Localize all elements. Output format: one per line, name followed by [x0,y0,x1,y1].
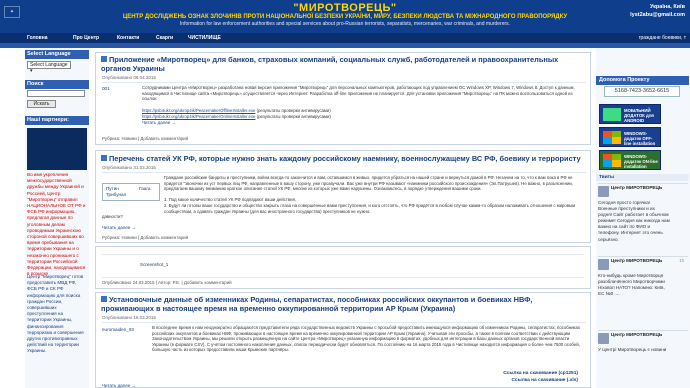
site-header: ✦ "МИРОТВОРЕЦЬ" ЦЕНТР ДОСЛІДЖЕНЬ ОЗНАК З… [0,0,690,33]
article-meta[interactable]: Опубликовано 24.03.2015 | Автор: P.E. | … [102,280,232,285]
read-more-link[interactable]: Читать далее → [142,120,176,125]
article-bullet-icon [101,155,107,161]
tweet-text: Кто-нибудь кроме Миротворця разоблачённо… [598,273,665,297]
article-body: euromaiden_93 В последнее время к нам не… [102,322,586,388]
article-text: Сотрудниками Центра «Миротворец» разрабо… [142,85,575,102]
nav-item-purgatory[interactable]: ЧИСТИЛИЩЕ [188,35,221,41]
article: Screenshot_1 Опубликовано 24.03.2015 | А… [95,246,591,289]
partner-logo-image[interactable] [27,128,87,170]
nav-item-contacts[interactable]: Контакти [117,35,139,41]
article-date: Опубликовано 09.04.2015 [102,75,156,80]
article-date: Опубликовано 16.03.2015 [102,315,156,320]
windows-offline-banner[interactable]: WINDOWS-додаток OFF-line installation [599,127,661,147]
tweet-item[interactable]: Центр МИРОТВОРЕЦЬ У Центрі Миротворець є… [598,330,688,388]
avatar [598,333,609,344]
download-link-csv[interactable]: Ссылка на скачивание (cp1251) [503,370,578,377]
download-links: Ссылка на скачивание (cp1251) Ссылка на … [503,370,578,384]
article-bullet-icon [101,56,107,62]
nav-item-home[interactable]: Головна [27,35,48,41]
tweet-author: Центр МИРОТВОРЕЦЬ [611,185,663,190]
windows-online-banner[interactable]: WINDOWS-додаток ON-line installation [599,150,661,170]
tweet-text: У Центрі Миротворець є новини [598,347,667,352]
tweet-author: Центр МИРОТВОРЕЦЬ [611,258,663,263]
article-image-caption-left: Путин Трибунал [106,186,127,197]
download-link-xls[interactable]: Ссылка на скачивание (.xls) [503,377,578,384]
article-bullet-icon [101,296,107,302]
nav-greeting: гражданe боевики, т [638,35,686,41]
tweet-text: Сегодня просто горячка! Военные преступн… [598,200,670,242]
article-title[interactable]: Перечень статей УК РФ, которые нужно зна… [101,154,587,164]
contact-city: Україна, Київ [649,4,685,10]
article: Приложение «Миротворец» для банков, стра… [95,52,591,145]
language-select[interactable]: Select Language ▾ [27,61,71,74]
site-subtitle: ЦЕНТР ДОСЛІДЖЕНЬ ОЗНАК ЗЛОЧИНІВ ПРОТИ НА… [122,14,568,20]
search-button[interactable]: Искать [27,100,56,108]
article-thumb-label: euromaiden_93 [102,327,134,332]
donation-card-number: 5168-7423-3652-6615 [604,86,680,97]
article-image-caption-right: Гаага [139,186,151,191]
avatar [598,259,609,270]
tweet-time: 1h [679,258,684,263]
article-text: В последнее время к нам неоднократно обр… [152,325,581,353]
article: Перечень статей УК РФ, которые нужно зна… [95,150,591,243]
partner-note: Центр "Миротворец" готов предоставить МВ… [27,274,84,354]
read-more-link[interactable]: Читать далее → [102,225,136,230]
download-link-offline[interactable]: https://psb4ukr.org/ukrop4ik/PeacemakerO… [142,108,255,113]
article-title[interactable]: Приложение «Миротворец» для банков, стра… [101,55,587,73]
article-question: давности? [102,214,123,219]
contact-block: Україна, Київ lyst2abu@gmail.com [630,3,685,19]
sidebar-heading-language: Select Language [25,50,89,59]
article-image: Путин Трибунал Гаага [102,183,160,201]
divider [102,277,584,278]
header-band [0,43,690,48]
tweet-item[interactable]: Центр МИРОТВОРЕЦЬ 1h Кто-нибудь кроме Ми… [598,256,688,328]
download-links: https://psb4ukr.org/ukrop4ik/PeacemakerO… [142,108,331,119]
site-title: "МИРОТВОРЕЦЬ" [293,2,397,14]
read-more-link[interactable]: Читать далее → [102,383,136,388]
android-icon [603,108,621,121]
article-body: Путин Трибунал Гаага Граждане российские… [102,172,586,230]
sidebar-heading-partners: Наші партнери: [25,116,89,125]
article-body: 001 Сотрудниками Центра «Миротворец» раз… [102,82,586,126]
site-subtitle-english: Information for law enforcement authorit… [179,21,511,27]
contact-email[interactable]: lyst2abu@gmail.com [630,11,685,19]
sidebar-heading-search: Поиск [25,80,89,89]
tweet-item[interactable]: Центр МИРОТВОРЕЦЬ Сегодня просто горячка… [598,183,688,255]
screenshot-label[interactable]: Screenshot_1 [140,262,168,267]
article-item-2: 2. Будут ли готовы ваше государство и об… [164,203,576,214]
article-title[interactable]: Установочные данные об изменниках Родины… [101,295,587,313]
main-nav: Головна Про Центр Контакти Скарги ЧИСТИЛ… [0,33,690,43]
tweet-author: Центр МИРОТВОРЕЦЬ [611,332,663,337]
nav-item-about[interactable]: Про Центр [73,35,99,41]
divider [102,254,584,255]
article-rubric[interactable]: Рубрика: Новини | Добавить комментарий [102,136,188,141]
download-link-online[interactable]: https://psb4ukr.org/ukrop4ik/PeacemakerO… [142,114,255,119]
article-rubric[interactable]: Рубрика: Новини | Добавить комментарий [102,235,188,240]
tweets-heading: Твиты [596,174,689,181]
article-thumb-label: 001 [102,86,110,91]
nav-item-complaints[interactable]: Скарги [156,35,173,41]
partner-note-red: Во имя укрепления межгосударственной дру… [27,172,86,277]
article: Установочные данные об изменниках Родины… [95,292,591,388]
article-text: Граждане российские бандиты и преступник… [164,175,573,192]
avatar [598,186,609,197]
sidebar-heading-help: Допомога Проекту [596,76,689,85]
article-date: Опубликовано 31.03.2015 [102,165,156,170]
article-item-1: 1. Под какое количество статей УК РФ под… [164,197,297,202]
search-input[interactable] [27,90,85,97]
android-app-banner[interactable]: МОБІЛЬНИЙ ДОДАТОК для ANDROID [599,104,661,124]
